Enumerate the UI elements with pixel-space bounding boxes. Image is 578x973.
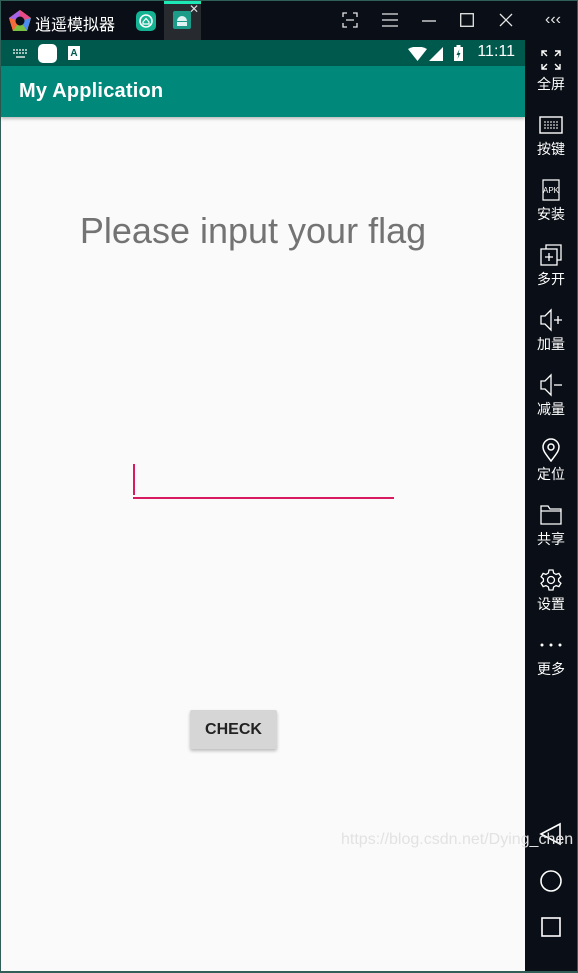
volume-up-icon bbox=[540, 308, 562, 332]
svg-text:APK: APK bbox=[543, 186, 560, 195]
accessibility-icon: A bbox=[68, 46, 80, 60]
svg-text:A: A bbox=[70, 48, 77, 59]
home-tab[interactable] bbox=[131, 1, 161, 40]
apk-install-icon: APK bbox=[542, 179, 560, 201]
android-status-bar: A 11:11 bbox=[1, 40, 525, 66]
folder-icon bbox=[540, 505, 562, 525]
collapse-sidebar-button[interactable]: ‹‹‹ bbox=[537, 10, 569, 30]
sidebar-item-share[interactable]: 共享 bbox=[525, 495, 577, 557]
prompt-label: Please input your flag bbox=[79, 210, 427, 251]
sidebar-item-keymap[interactable]: 按键 bbox=[525, 105, 577, 167]
keyboard-icon bbox=[539, 116, 563, 134]
hamburger-icon bbox=[382, 13, 398, 27]
location-icon bbox=[542, 438, 560, 462]
sidebar-item-volume-down[interactable]: 减量 bbox=[525, 365, 577, 427]
watermark: https://blog.csdn.net/Dying_chen bbox=[341, 831, 574, 848]
sidebar-item-install[interactable]: APK 安装 bbox=[525, 170, 577, 232]
close-icon bbox=[499, 13, 513, 27]
emulator-window: 逍遥模拟器 ✕ ‹‹‹ A 11:11 My Application Pleas… bbox=[1, 1, 577, 971]
battery-charging-icon bbox=[454, 45, 463, 61]
gear-icon bbox=[540, 569, 562, 591]
signal-icon bbox=[429, 47, 443, 61]
tab-close-icon[interactable]: ✕ bbox=[189, 2, 199, 16]
notification-icon bbox=[38, 44, 57, 63]
screenshot-button[interactable] bbox=[338, 10, 362, 32]
more-icon bbox=[540, 643, 562, 647]
check-button[interactable]: CHECK bbox=[190, 710, 277, 749]
text-cursor bbox=[133, 464, 135, 495]
keyboard-icon bbox=[13, 49, 28, 58]
home-circle-icon[interactable] bbox=[538, 868, 564, 894]
flag-input[interactable] bbox=[133, 461, 394, 499]
volume-down-icon bbox=[540, 373, 562, 397]
recents-icon[interactable] bbox=[538, 914, 564, 940]
my-application-tab[interactable]: ✕ bbox=[164, 1, 201, 40]
home-icon bbox=[136, 11, 156, 31]
title-bar: 逍遥模拟器 ✕ ‹‹‹ bbox=[1, 1, 577, 40]
sidebar-item-multi-instance[interactable]: 多开 bbox=[525, 235, 577, 297]
sidebar-item-volume-up[interactable]: 加量 bbox=[525, 300, 577, 362]
maximize-icon bbox=[460, 13, 474, 27]
sidebar-item-more[interactable]: 更多 bbox=[525, 625, 577, 687]
app-title: My Application bbox=[19, 80, 164, 102]
close-button[interactable] bbox=[494, 10, 518, 31]
fullscreen-icon bbox=[541, 50, 561, 70]
app-name: 逍遥模拟器 bbox=[35, 15, 116, 34]
status-time: 11:11 bbox=[477, 43, 515, 60]
menu-button[interactable] bbox=[378, 10, 402, 31]
minimize-icon bbox=[422, 20, 436, 22]
wifi-icon bbox=[408, 47, 427, 61]
app-bar: My Application bbox=[1, 66, 525, 117]
sidebar-item-settings[interactable]: 设置 bbox=[525, 560, 577, 622]
maximize-button[interactable] bbox=[455, 10, 479, 31]
sidebar-item-fullscreen[interactable]: 全屏 bbox=[525, 40, 577, 102]
memu-logo-icon bbox=[9, 10, 31, 31]
sidebar-item-location[interactable]: 定位 bbox=[525, 430, 577, 492]
minimize-button[interactable] bbox=[417, 10, 441, 32]
screenshot-icon bbox=[342, 12, 358, 28]
multi-instance-icon bbox=[540, 244, 562, 266]
